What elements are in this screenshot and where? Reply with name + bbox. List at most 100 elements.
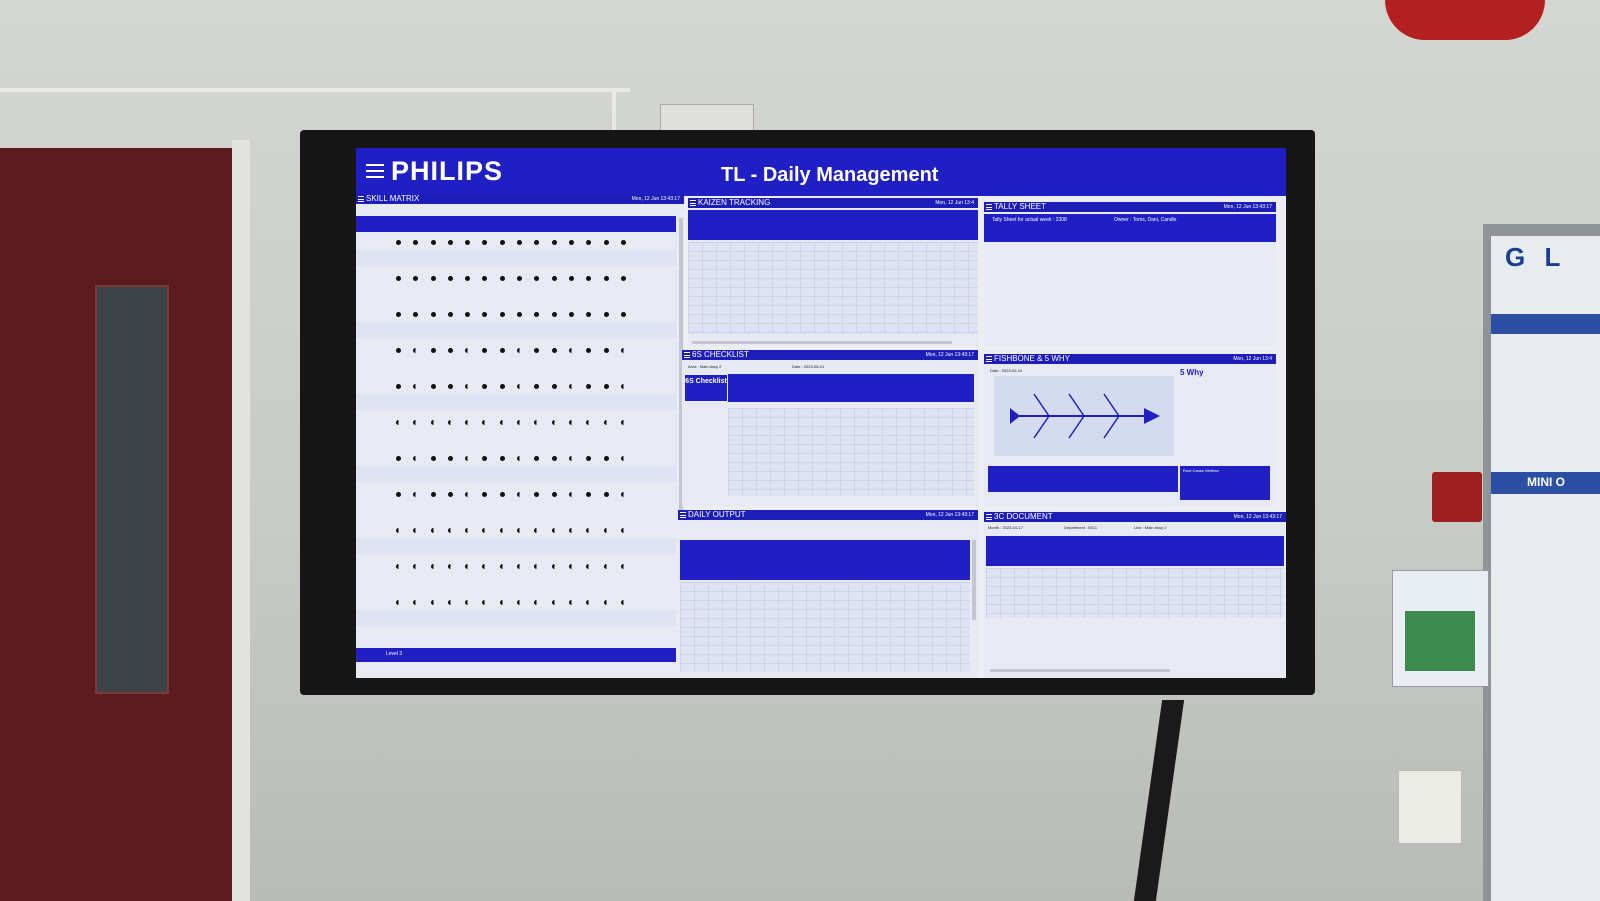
- skill-dot-icon: [499, 419, 505, 425]
- panel-timestamp: Mon, 12 Jun 13:4: [935, 200, 974, 206]
- skill-dot-icon: [430, 311, 436, 317]
- skill-dot-icon: [586, 239, 592, 245]
- skill-dot-icon: [534, 491, 540, 497]
- panel-title-bar: KAIZEN TRACKING Mon, 12 Jun 13:4: [688, 198, 978, 208]
- notice-board: G L MINI O: [1483, 224, 1600, 901]
- skill-dot-icon: [465, 239, 471, 245]
- skill-dot-icon: [534, 419, 540, 425]
- skill-dot-icon: [517, 275, 523, 281]
- skill-dot-icon: [534, 527, 540, 533]
- skill-dot-icon: [465, 491, 471, 497]
- panel-timestamp: Mon, 12 Jun 13:43:17: [1223, 204, 1272, 210]
- menu-icon[interactable]: [684, 352, 690, 358]
- panel-timestamp: Mon, 12 Jun 13:43:17: [631, 196, 680, 202]
- skill-dot-icon: [413, 527, 419, 533]
- brand-logo: PHILIPS: [391, 156, 504, 186]
- menu-icon[interactable]: [986, 356, 992, 362]
- skill-dot-icon: [413, 347, 419, 353]
- skill-dot-icon: [447, 419, 453, 425]
- skill-dot-icon: [499, 311, 505, 317]
- skill-dot-icon: [620, 599, 626, 605]
- skill-dot-icon: [534, 239, 540, 245]
- menu-icon[interactable]: [986, 514, 992, 520]
- skill-dot-icon: [586, 455, 592, 461]
- skill-dot-icon: [586, 383, 592, 389]
- page-title: TL - Daily Management: [721, 164, 939, 186]
- menu-icon[interactable]: [680, 512, 686, 518]
- menu-icon[interactable]: [986, 204, 992, 210]
- skill-dot-icon: [551, 563, 557, 569]
- skill-dot-icon: [568, 419, 574, 425]
- skill-dot-icon: [534, 455, 540, 461]
- skill-dot-icon: [482, 311, 488, 317]
- skill-dot-icon: [396, 275, 401, 281]
- skill-dot-icon: [603, 311, 609, 317]
- daily-output-panel: DAILY OUTPUT Mon, 12 Jun 13:43:17: [678, 510, 978, 678]
- tally-sheet-panel: TALLY SHEET Mon, 12 Jun 13:43:17 Tally S…: [984, 202, 1276, 346]
- panel-title: 3C DOCUMENT: [994, 512, 1053, 521]
- wall-sticker: [1398, 770, 1462, 844]
- skill-dot-icon: [517, 347, 523, 353]
- checklist-area: Area : Main Assy 2: [688, 364, 722, 369]
- skill-dot-icon: [517, 527, 523, 533]
- panel-title: SKILL MATRIX: [366, 194, 420, 203]
- skill-dot-icon: [396, 347, 401, 353]
- skill-dot-icon: [499, 275, 505, 281]
- skill-dot-icon: [517, 491, 523, 497]
- skill-dot-icon: [620, 275, 626, 281]
- skill-dot-icon: [430, 527, 436, 533]
- skill-dot-icon: [517, 455, 523, 461]
- panel-timestamp: Mon, 12 Jun 13:43:17: [1233, 514, 1282, 520]
- skill-level-dots: [396, 416, 626, 428]
- skill-dot-icon: [430, 239, 436, 245]
- scrollbar[interactable]: [990, 669, 1170, 672]
- skill-level-dots: [396, 560, 626, 572]
- skill-dot-icon: [465, 311, 471, 317]
- skill-dot-icon: [499, 491, 505, 497]
- skill-dot-icon: [603, 563, 609, 569]
- panel-title: 6S CHECKLIST: [692, 350, 749, 359]
- skill-dot-icon: [465, 455, 471, 461]
- kaizen-table-header: [688, 210, 978, 240]
- output-table-body: [680, 582, 970, 672]
- skill-dot-icon: [517, 599, 523, 605]
- doc-month: Month : 2023-04-17: [988, 525, 1023, 530]
- skill-dot-icon: [482, 275, 488, 281]
- skill-dot-icon: [551, 275, 557, 281]
- tally-owner-label: Owner : Toms, Dani, Candle: [1114, 217, 1177, 223]
- skill-dot-icon: [482, 563, 488, 569]
- skill-dot-icon: [482, 491, 488, 497]
- skill-dot-icon: [586, 419, 592, 425]
- skill-dot-icon: [603, 599, 609, 605]
- wall-moulding: [0, 88, 630, 92]
- checklist-date: Date : 2023-06-01: [792, 364, 825, 369]
- skill-dot-icon: [551, 455, 557, 461]
- skill-dot-icon: [396, 419, 401, 425]
- menu-icon[interactable]: [690, 200, 696, 206]
- skill-dot-icon: [517, 563, 523, 569]
- skill-matrix-row: [356, 358, 676, 374]
- skill-dot-icon: [447, 563, 453, 569]
- skill-dot-icon: [465, 419, 471, 425]
- skill-dot-icon: [568, 239, 574, 245]
- menu-icon[interactable]: [358, 196, 364, 202]
- skill-dot-icon: [517, 419, 523, 425]
- skill-dot-icon: [586, 275, 592, 281]
- scrollbar[interactable]: [692, 341, 952, 344]
- root-cause-label: Root Cause Method: [1183, 468, 1219, 473]
- menu-icon[interactable]: [366, 164, 384, 178]
- scrollbar[interactable]: [972, 540, 976, 620]
- skill-dot-icon: [413, 491, 419, 497]
- skill-dot-icon: [551, 311, 557, 317]
- panel-title-bar: 6S CHECKLIST Mon, 12 Jun 13:43:17: [682, 350, 978, 360]
- skill-dot-icon: [499, 527, 505, 533]
- skill-dot-icon: [396, 563, 401, 569]
- checklist-grid: [728, 408, 974, 496]
- skill-dot-icon: [586, 491, 592, 497]
- skill-matrix-row: [356, 538, 676, 554]
- skill-dot-icon: [447, 491, 453, 497]
- skill-dot-icon: [396, 383, 401, 389]
- skill-matrix-row: [356, 250, 676, 266]
- safety-poster: [1392, 570, 1489, 687]
- skill-dot-icon: [447, 455, 453, 461]
